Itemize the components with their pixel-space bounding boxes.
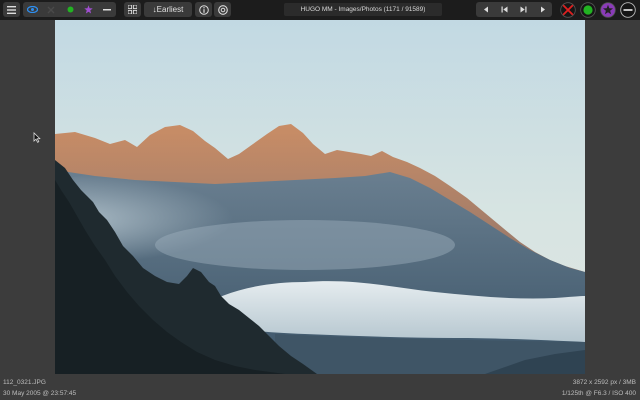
accepted-filter-button[interactable] (61, 2, 79, 17)
hamburger-icon (7, 5, 16, 14)
last-button[interactable] (514, 2, 533, 17)
green-dot-icon (67, 6, 73, 13)
toolbar: ↓Earliest HUGO MM - Images/Photos (1171 … (0, 0, 640, 20)
eye-icon (26, 6, 38, 13)
menu-button[interactable] (3, 2, 20, 17)
image-filename: 112_0321.JPG (3, 379, 46, 386)
image-exposure: 1/125th @ F6.3 / ISO 400 (561, 390, 636, 397)
next-icon (540, 6, 545, 13)
previous-button[interactable] (476, 2, 495, 17)
prev-icon (483, 6, 488, 13)
favorite-filter-button[interactable] (79, 2, 97, 17)
image-dimensions: 3872 x 2592 px / 3MB (572, 379, 636, 386)
sort-order-button[interactable]: ↓Earliest (144, 2, 192, 17)
image-datetime: 30 May 2005 @ 23:57:45 (3, 390, 77, 397)
grid-icon (128, 5, 137, 14)
favorite-button[interactable] (600, 2, 616, 18)
accept-button[interactable] (580, 2, 596, 18)
reject-button[interactable] (560, 2, 576, 18)
filter-group (23, 2, 116, 17)
info-button[interactable] (195, 2, 212, 17)
remove-button[interactable] (620, 2, 636, 18)
zoom-button[interactable] (214, 2, 231, 17)
next-button[interactable] (533, 2, 552, 17)
eye-filter-button[interactable] (23, 2, 41, 17)
rejected-filter-button[interactable] (41, 2, 61, 17)
minus-icon (102, 8, 111, 10)
mouse-cursor-icon (33, 132, 41, 143)
navigation-group (476, 2, 552, 17)
star-icon (83, 5, 93, 14)
first-button[interactable] (495, 2, 514, 17)
accept-icon (583, 5, 593, 15)
x-mark-icon (47, 6, 55, 13)
photo (55, 20, 585, 374)
photo-viewer[interactable] (55, 20, 585, 374)
remove-icon (623, 9, 633, 11)
zoom-icon (217, 4, 228, 15)
grid-view-button[interactable] (124, 2, 141, 17)
info-icon (198, 4, 209, 15)
window-title: HUGO MM - Images/Photos (1171 / 91589) (284, 3, 442, 16)
last-icon (520, 6, 527, 13)
first-icon (501, 6, 508, 13)
hidden-filter-button[interactable] (97, 2, 116, 17)
